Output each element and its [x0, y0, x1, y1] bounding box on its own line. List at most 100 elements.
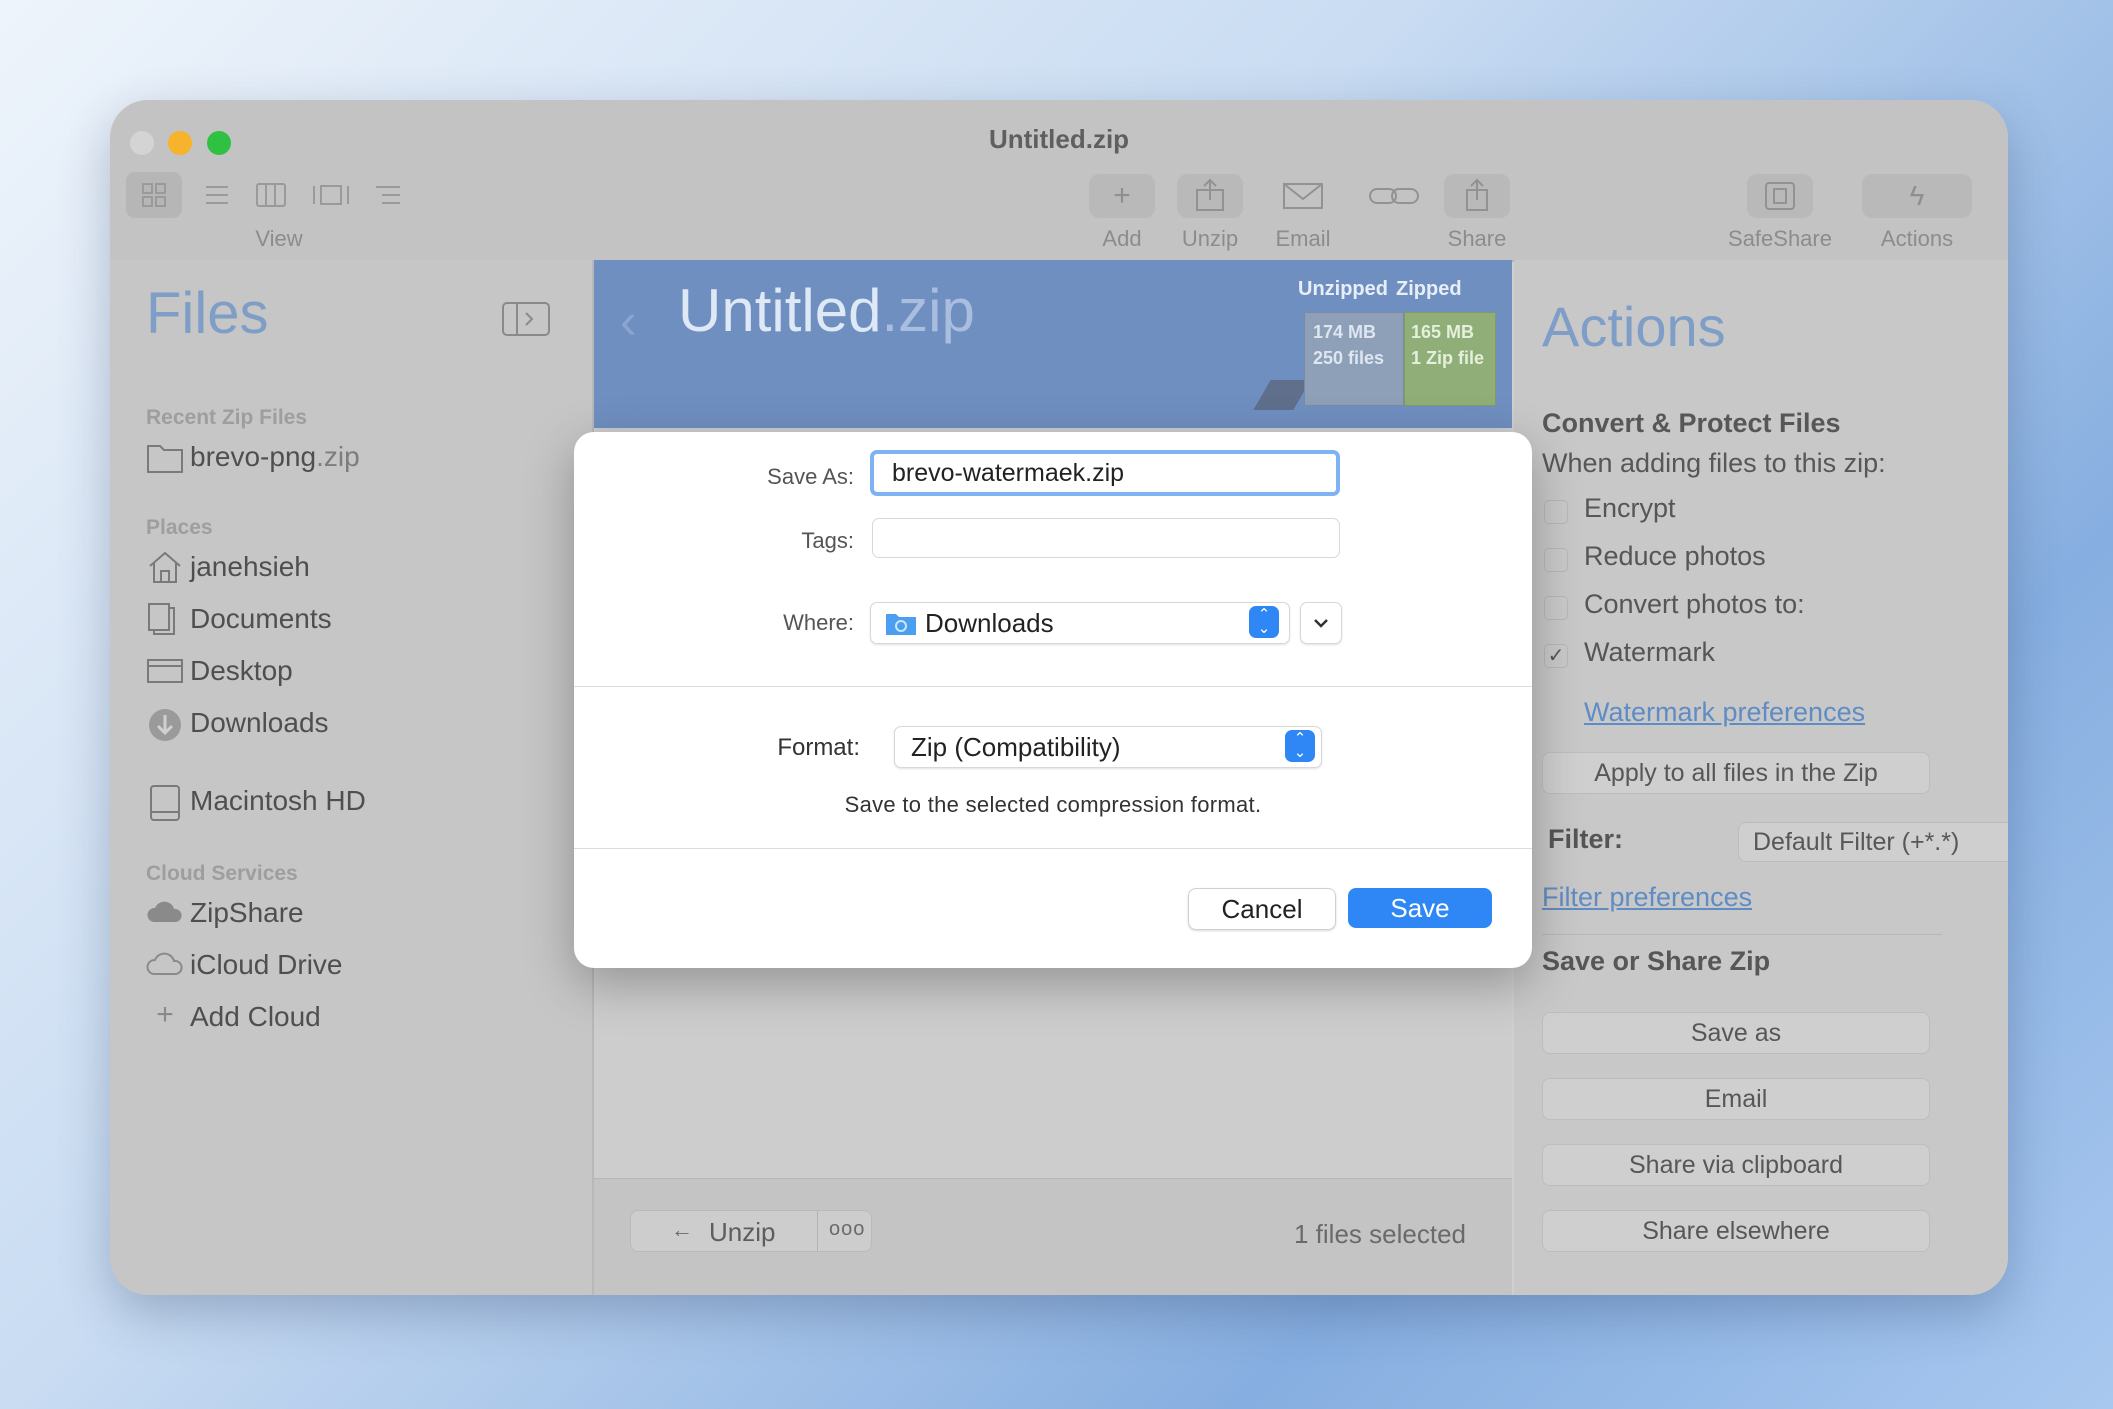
- filter-value: Default Filter (+*.*): [1753, 828, 1960, 856]
- watermark-label: Watermark: [1584, 637, 1716, 667]
- recent-item-name: brevo-png: [190, 441, 317, 472]
- documents-icon: [146, 602, 184, 636]
- encrypt-checkbox[interactable]: [1544, 500, 1568, 524]
- toolbar: Untitled.zip View + Add Unzip Email Shar…: [110, 100, 2008, 262]
- actions-title: Actions: [1542, 295, 1726, 358]
- hierarchy-icon: [376, 186, 400, 204]
- sidebar-item-janehsieh[interactable]: janehsieh: [146, 550, 310, 584]
- view-columns-button[interactable]: [248, 172, 294, 218]
- view-hierarchy-button[interactable]: [366, 172, 412, 218]
- expand-dialog-button[interactable]: [1300, 602, 1342, 644]
- add-button[interactable]: +: [1089, 174, 1155, 218]
- sidebar-title: Files: [146, 281, 269, 346]
- email-button[interactable]: [1270, 174, 1336, 218]
- sidebar-item-zipshare[interactable]: ZipShare: [146, 896, 304, 930]
- places-heading: Places: [146, 516, 213, 539]
- divider: [1542, 934, 1942, 935]
- format-stepper-icon: ⌃ ⌄: [1285, 730, 1315, 762]
- safeshare-button[interactable]: [1747, 174, 1813, 218]
- actions-button[interactable]: ϟ: [1862, 174, 1972, 218]
- unzip-label: Unzip: [709, 1217, 776, 1247]
- sidebar-item-downloads[interactable]: Downloads: [146, 706, 329, 741]
- view-grid-button[interactable]: [126, 172, 182, 218]
- email-label: Email: [1275, 226, 1331, 251]
- columns-icon: [256, 183, 286, 207]
- unzipped-label: Unzipped: [1298, 278, 1388, 300]
- more-options-icon[interactable]: ooo: [829, 1218, 865, 1241]
- save-as-button[interactable]: Save as: [1542, 1012, 1930, 1054]
- view-list-button[interactable]: [194, 172, 240, 218]
- share-icon: [1466, 178, 1488, 211]
- where-label: Where:: [783, 610, 854, 635]
- save-share-heading: Save or Share Zip: [1542, 946, 1771, 976]
- format-hint: Save to the selected compression format.: [844, 792, 1262, 817]
- tags-field[interactable]: [872, 518, 1340, 558]
- save-dialog: Save As: brevo-watermaek.zip Tags: Where…: [574, 432, 1532, 968]
- unzip-button[interactable]: [1177, 174, 1243, 218]
- list-icon: [206, 186, 228, 204]
- reduce-photos-checkbox[interactable]: [1544, 548, 1568, 572]
- cloud-filled-icon: [146, 896, 184, 930]
- share-label: Share: [1447, 226, 1507, 251]
- encrypt-label: Encrypt: [1584, 493, 1676, 523]
- email-zip-button[interactable]: Email: [1542, 1078, 1930, 1120]
- sidebar-item-label: Add Cloud: [190, 1001, 321, 1032]
- sidebar-item-label: iCloud Drive: [190, 949, 343, 980]
- where-value: Downloads: [925, 608, 1054, 638]
- folder-icon: [146, 440, 184, 474]
- selection-status: 1 files selected: [1294, 1219, 1466, 1249]
- cloud-heading: Cloud Services: [146, 862, 298, 885]
- archive-title: Untitled.zip: [678, 277, 975, 344]
- home-icon: [146, 550, 184, 584]
- save-as-field[interactable]: brevo-watermaek.zip: [870, 450, 1340, 496]
- archive-banner: ‹ Untitled.zip Unzipped Zipped 174 MB 250…: [594, 260, 1512, 428]
- zipped-label: Zipped: [1396, 278, 1462, 300]
- back-chevron-icon[interactable]: ‹: [620, 292, 637, 350]
- apply-to-all-button[interactable]: Apply to all files in the Zip: [1542, 752, 1930, 794]
- watermark-checkbox[interactable]: ✓: [1544, 644, 1568, 668]
- sidebar-item-label: ZipShare: [190, 897, 304, 928]
- grid-icon: [142, 183, 166, 207]
- recent-item-ext: .zip: [316, 441, 360, 472]
- watermark-preferences-link[interactable]: Watermark preferences: [1584, 697, 1865, 728]
- sidebar-item-label: Documents: [190, 603, 332, 634]
- share-button[interactable]: [1444, 174, 1510, 218]
- where-select[interactable]: Downloads ⌃ ⌄: [870, 602, 1290, 644]
- divider: [817, 1211, 818, 1251]
- view-gallery-button[interactable]: [306, 172, 356, 218]
- sidebar-item-icloud[interactable]: iCloud Drive: [146, 948, 343, 982]
- tags-label: Tags:: [801, 528, 854, 553]
- cancel-button[interactable]: Cancel: [1188, 888, 1336, 930]
- desktop-icon: [146, 654, 184, 688]
- filter-preferences-link[interactable]: Filter preferences: [1542, 882, 1752, 913]
- chevron-down-icon: [1314, 619, 1328, 628]
- filter-select[interactable]: Default Filter (+*.*) ⌃⌄: [1738, 822, 2008, 862]
- sidebar-toggle-button[interactable]: [502, 302, 550, 336]
- sidebar-item-label: Macintosh HD: [190, 785, 366, 816]
- view-label: View: [255, 226, 303, 251]
- safeshare-label: SafeShare: [1728, 226, 1832, 251]
- recent-item-brevo[interactable]: brevo-png .zip: [146, 440, 360, 474]
- where-stepper-icon: ⌃ ⌄: [1249, 606, 1279, 638]
- sidebar-item-macintosh-hd[interactable]: Macintosh HD: [146, 784, 366, 821]
- save-button[interactable]: Save: [1348, 888, 1492, 928]
- sidebar-item-add-cloud[interactable]: + Add Cloud: [146, 1000, 321, 1034]
- bottom-unzip-button[interactable]: ← Unzip ooo: [630, 1210, 872, 1252]
- share-elsewhere-button[interactable]: Share elsewhere: [1542, 1210, 1930, 1252]
- share-clipboard-button[interactable]: Share via clipboard: [1542, 1144, 1930, 1186]
- plus-icon: +: [156, 998, 174, 1031]
- cloud-icon: [146, 948, 184, 982]
- sidebar-item-label: janehsieh: [190, 551, 310, 582]
- convert-photos-checkbox[interactable]: [1544, 596, 1568, 620]
- divider: [574, 686, 1532, 687]
- reduce-photos-label: Reduce photos: [1584, 541, 1766, 571]
- sidebar-item-label: Desktop: [190, 655, 293, 686]
- sidebar-item-documents[interactable]: Documents: [146, 602, 332, 636]
- convert-photos-label: Convert photos to:: [1584, 589, 1805, 619]
- size-chart-shadow: [1253, 380, 1311, 410]
- link-button[interactable]: [1360, 174, 1430, 218]
- sidebar-item-desktop[interactable]: Desktop: [146, 654, 293, 688]
- format-select[interactable]: Zip (Compatibility) ⌃ ⌄: [894, 726, 1322, 768]
- window-title: Untitled.zip: [988, 124, 1130, 154]
- checkmark-icon: ✓: [1547, 645, 1565, 667]
